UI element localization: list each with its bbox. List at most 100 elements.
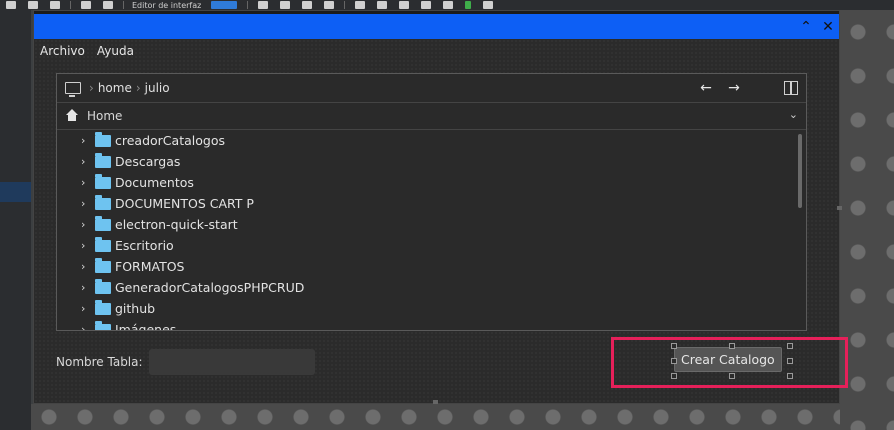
folder-icon	[95, 257, 111, 273]
clock-icon[interactable]	[50, 1, 60, 9]
interface-editor-label[interactable]: Editor de interfaz	[132, 1, 201, 10]
folder-label: Escritorio	[115, 238, 174, 253]
file-icon[interactable]	[302, 1, 313, 9]
menu-bar: Archivo Ayuda	[34, 39, 839, 63]
expand-arrow-icon[interactable]: ›	[81, 260, 93, 273]
folder-row[interactable]: › creadorCatalogos	[81, 130, 225, 151]
folder-icon	[95, 320, 111, 330]
selection-handle[interactable]	[671, 358, 677, 364]
redo-icon[interactable]	[103, 1, 113, 9]
file-icon[interactable]	[324, 1, 335, 9]
scrollbar-thumb[interactable]	[798, 134, 802, 208]
folder-label: Descargas	[115, 154, 181, 169]
left-side-panel	[0, 10, 31, 430]
file-chooser-panel: › home › julio ← → Home ⌄ › creadorCatal…	[56, 73, 807, 331]
underline-icon[interactable]	[28, 1, 38, 9]
forward-arrow-icon[interactable]: →	[725, 79, 743, 97]
toolbar-separator	[344, 1, 346, 9]
folder-row[interactable]: › DOCUMENTOS CART P	[81, 193, 254, 214]
folder-row[interactable]: › FORMATOS	[81, 256, 185, 277]
minimize-chevron-up-icon[interactable]: ⌃	[798, 19, 814, 35]
format-icon[interactable]	[399, 1, 410, 9]
format-icon[interactable]	[483, 1, 494, 9]
expand-arrow-icon[interactable]: ›	[81, 176, 93, 189]
folder-label: Imágenes	[115, 322, 177, 330]
location-label: Home	[87, 109, 123, 123]
run-icon[interactable]	[465, 1, 472, 9]
selection-handle[interactable]	[787, 358, 793, 364]
expand-arrow-icon[interactable]: ›	[81, 239, 93, 252]
title-top-border	[34, 11, 839, 14]
active-tool-icon[interactable]	[211, 1, 238, 9]
background-pattern	[840, 10, 894, 430]
computer-icon[interactable]	[65, 82, 81, 97]
close-icon[interactable]: ✕	[820, 19, 836, 35]
create-catalog-button[interactable]: Crear Catalogo	[674, 347, 782, 372]
selection-handle[interactable]	[729, 373, 735, 379]
toolbar-separator	[70, 1, 71, 9]
format-icon[interactable]	[355, 1, 366, 9]
folder-icon	[95, 152, 111, 168]
folder-label: creadorCatalogos	[115, 133, 225, 148]
folder-row[interactable]: › GeneradorCatalogosPHPCRUD	[81, 277, 304, 298]
format-icon[interactable]	[377, 1, 388, 9]
folder-icon	[95, 236, 111, 252]
expand-arrow-icon[interactable]: ›	[81, 197, 93, 210]
table-name-label: Nombre Tabla:	[56, 355, 143, 369]
background-pattern	[31, 404, 840, 430]
undo-icon[interactable]	[81, 1, 91, 9]
breadcrumb-home[interactable]: home	[98, 81, 132, 95]
selection-handle[interactable]	[729, 343, 735, 349]
folder-icon	[95, 194, 111, 210]
resize-handle[interactable]	[433, 400, 438, 404]
back-arrow-icon[interactable]: ←	[697, 79, 715, 97]
split-view-icon[interactable]	[784, 81, 798, 95]
expand-arrow-icon[interactable]: ›	[81, 323, 93, 330]
vertical-scrollbar[interactable]	[798, 134, 803, 326]
format-icon[interactable]	[443, 1, 454, 9]
folder-icon	[95, 215, 111, 231]
folder-icon	[95, 173, 111, 189]
expand-arrow-icon[interactable]: ›	[81, 134, 93, 147]
chevron-down-icon[interactable]: ⌄	[789, 108, 798, 121]
breadcrumb-julio[interactable]: julio	[145, 81, 170, 95]
expand-arrow-icon[interactable]: ›	[81, 155, 93, 168]
location-selector[interactable]: Home ⌄	[57, 103, 806, 130]
path-bar: › home › julio ← →	[57, 74, 806, 103]
folder-row[interactable]: › Escritorio	[81, 235, 174, 256]
file-icon[interactable]	[280, 1, 291, 9]
folder-row[interactable]: › Imágenes	[81, 319, 176, 330]
folder-label: Documentos	[115, 175, 194, 190]
title-bar[interactable]: ⌃ ✕	[34, 11, 839, 39]
selection-handle[interactable]	[787, 343, 793, 349]
toolbar-separator	[247, 1, 249, 9]
folder-row[interactable]: › github	[81, 298, 155, 319]
ide-toolbar: Editor de interfaz	[0, 0, 894, 10]
expand-arrow-icon[interactable]: ›	[81, 281, 93, 294]
chevron-right-icon: ›	[135, 81, 141, 95]
selection-handle[interactable]	[671, 343, 677, 349]
folder-label: github	[115, 301, 156, 316]
menu-archivo[interactable]: Archivo	[34, 44, 91, 58]
folder-label: GeneradorCatalogosPHPCRUD	[115, 280, 305, 295]
table-name-input[interactable]	[148, 349, 315, 375]
table-name-row: Nombre Tabla:	[56, 349, 315, 375]
tool-icon[interactable]	[6, 1, 16, 9]
catalog-dialog: ⌃ ✕ Archivo Ayuda › home › julio ← → Hom…	[33, 10, 842, 404]
folder-label: DOCUMENTOS CART P	[115, 196, 254, 211]
folder-row[interactable]: › Documentos	[81, 172, 194, 193]
folder-row[interactable]: › Descargas	[81, 151, 180, 172]
folder-row[interactable]: › electron-quick-start	[81, 214, 238, 235]
expand-arrow-icon[interactable]: ›	[81, 302, 93, 315]
chevron-right-icon: ›	[89, 81, 94, 95]
expand-arrow-icon[interactable]: ›	[81, 218, 93, 231]
menu-ayuda[interactable]: Ayuda	[91, 44, 140, 58]
format-icon[interactable]	[421, 1, 432, 9]
folder-icon	[95, 299, 111, 315]
folder-icon	[95, 131, 111, 147]
folder-label: electron-quick-start	[115, 217, 238, 232]
selection-handle[interactable]	[671, 373, 677, 379]
file-icon[interactable]	[258, 1, 269, 9]
selection-handle[interactable]	[787, 373, 793, 379]
resize-handle[interactable]	[837, 206, 842, 210]
